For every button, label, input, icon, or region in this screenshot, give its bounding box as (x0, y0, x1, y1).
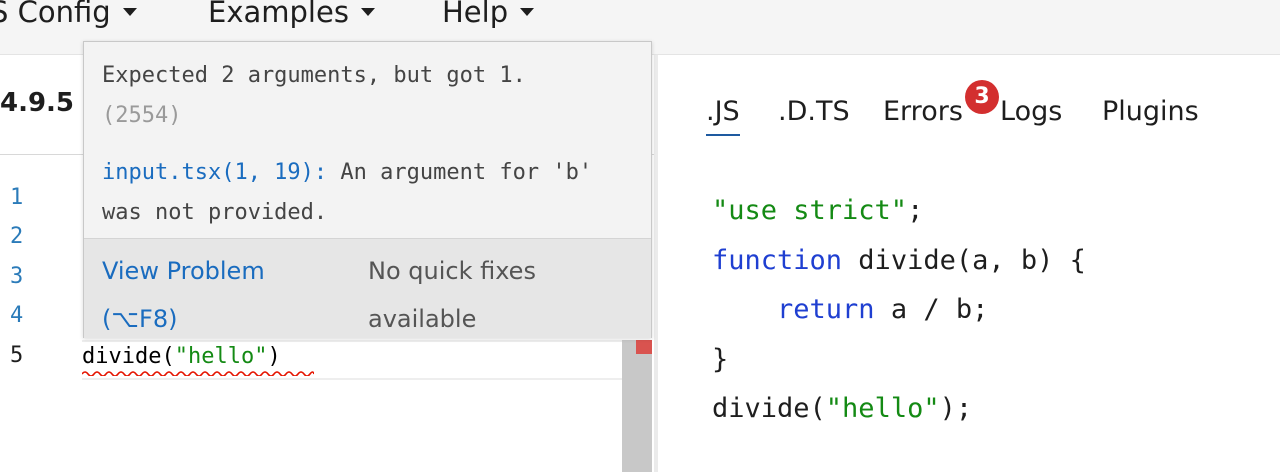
chevron-down-icon (122, 8, 137, 16)
out-string: "use strict" (712, 195, 908, 226)
nav-examples-label: Examples (208, 0, 349, 29)
no-quick-fixes-label: No quick fixes available (368, 257, 536, 333)
related-info: input.tsx(1, 19): An argument for 'b' wa… (102, 153, 632, 233)
chevron-down-icon (520, 8, 535, 16)
tab-logs[interactable]: Logs (1000, 92, 1062, 132)
line-number-active: 5 (10, 343, 24, 368)
nav-ts-config-label: S Config (0, 0, 111, 29)
out-indent (712, 294, 777, 325)
line-number: 3 (10, 264, 24, 289)
tab-dts[interactable]: .D.TS (778, 92, 850, 132)
tab-js[interactable]: .JS (706, 92, 740, 136)
error-message-text: Expected 2 arguments, but got 1. (102, 63, 526, 88)
nav-examples-menu[interactable]: Examples (208, 0, 375, 38)
nav-help-label: Help (442, 0, 509, 29)
error-squiggle (82, 371, 314, 376)
out-text: a / b; (874, 294, 989, 325)
editor-scrollbar[interactable] (622, 340, 652, 472)
nav-ts-config-menu[interactable]: S Config (0, 0, 137, 38)
line-number: 2 (10, 224, 24, 249)
chevron-down-icon (360, 8, 375, 16)
out-keyword: function (712, 244, 843, 276)
out-string: "hello" (825, 393, 940, 424)
related-info-link[interactable]: input.tsx(1, 19): (102, 160, 327, 185)
out-text: divide(a, b) { (842, 244, 1086, 276)
js-output: "use strict"; function divide(a, b) { re… (712, 186, 1086, 434)
line-number: 4 (10, 303, 24, 328)
tab-plugins[interactable]: Plugins (1102, 92, 1199, 132)
out-text: ); (939, 393, 973, 424)
out-text: ; (907, 195, 924, 226)
pane-divider[interactable] (654, 55, 658, 472)
tooltip-actions: View Problem (⌥F8) No quick fixes availa… (84, 238, 651, 338)
error-code: (2554) (102, 103, 182, 128)
error-marker (636, 340, 652, 354)
code-paren: ) (267, 344, 281, 369)
error-hover-tooltip: Expected 2 arguments, but got 1. (2554) … (83, 41, 652, 338)
view-problem-button[interactable]: View Problem (⌥F8) (102, 247, 312, 343)
nav-help-menu[interactable]: Help (442, 0, 535, 38)
error-message: Expected 2 arguments, but got 1. (2554) (102, 56, 632, 136)
errors-count-badge: 3 (965, 80, 999, 114)
tab-errors[interactable]: Errors (883, 92, 963, 132)
code-line-5[interactable]: divide("hello") (82, 341, 281, 373)
code-fn: divide( (82, 344, 175, 369)
code-string: "hello" (174, 344, 268, 369)
out-keyword: return (777, 294, 875, 325)
out-text: divide( (712, 393, 826, 424)
ts-version[interactable]: 4.9.5 (0, 88, 74, 118)
line-number: 1 (10, 185, 24, 210)
out-text: } (712, 343, 729, 375)
